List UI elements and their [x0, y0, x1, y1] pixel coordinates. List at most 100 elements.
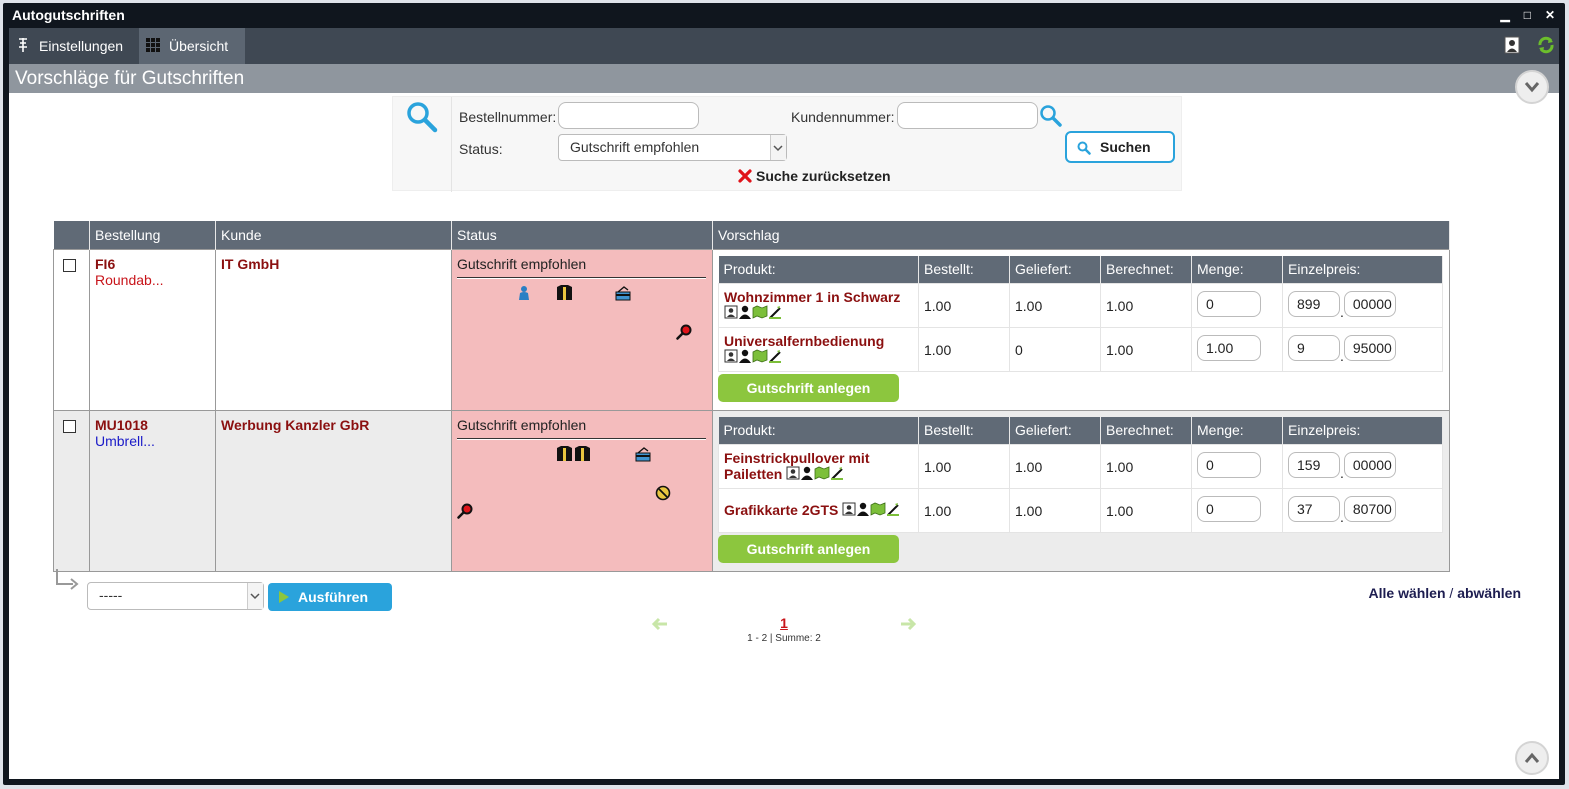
magnifier-icon[interactable]: [457, 503, 473, 519]
next-page-icon[interactable]: [899, 617, 917, 631]
map-icon[interactable]: [870, 502, 886, 517]
column-header-status[interactable]: Status: [451, 221, 713, 249]
payment-card-icon[interactable]: [635, 446, 651, 462]
refresh-icon[interactable]: [1537, 36, 1555, 54]
edit-icon[interactable]: [886, 502, 900, 517]
status-select[interactable]: Gutschrift empfohlen: [558, 134, 787, 161]
page-info: 1 - 2 | Summe: 2: [747, 633, 821, 644]
price-decimal-input[interactable]: 00000: [1343, 452, 1396, 478]
contact-icon[interactable]: [724, 305, 738, 319]
main-toolbar: Einstellungen Übersicht: [9, 28, 1559, 64]
prev-page-icon[interactable]: [651, 617, 669, 631]
current-page[interactable]: 1: [649, 615, 919, 631]
billed-value: 1.00: [1100, 283, 1192, 328]
person-icon[interactable]: [518, 285, 530, 301]
scroll-top-button[interactable]: [1515, 741, 1549, 775]
create-credit-button[interactable]: Gutschrift anlegen: [718, 535, 899, 563]
collapse-button[interactable]: [1515, 70, 1549, 104]
product-name-link[interactable]: Wohnzimmer 1 in Schwarz: [724, 289, 913, 305]
map-icon[interactable]: [814, 466, 830, 481]
unit-price-col-header: Einzelpreis:: [1282, 416, 1443, 445]
price-integer-input[interactable]: 899: [1288, 291, 1340, 317]
quantity-input[interactable]: 0: [1197, 496, 1261, 522]
order-number-link[interactable]: FI6: [95, 256, 210, 272]
chevron-down-icon: [1524, 82, 1540, 93]
product-action-icons: [724, 349, 782, 366]
unit-price-cell: 899. 00000: [1282, 283, 1443, 328]
minimize-icon[interactable]: ▁: [1500, 3, 1509, 28]
close-icon[interactable]: ✕: [1545, 3, 1555, 28]
column-header-customer[interactable]: Kunde: [215, 221, 452, 249]
order-shop-link[interactable]: Umbrell...: [95, 433, 210, 449]
order-number-link[interactable]: MU1018: [95, 417, 210, 433]
table-header-row: Bestellung Kunde Status Vorschlag: [53, 221, 1450, 249]
price-integer-input[interactable]: 9: [1288, 335, 1340, 361]
order-number-input[interactable]: [558, 102, 699, 129]
play-icon: [279, 591, 289, 603]
create-credit-button[interactable]: Gutschrift anlegen: [718, 374, 899, 402]
user-icon[interactable]: [1503, 36, 1521, 54]
contact-icon[interactable]: [786, 466, 800, 480]
main-content: Vorschläge für Gutschriften Bestellnumme…: [9, 64, 1559, 779]
user-icon[interactable]: [738, 305, 752, 320]
product-col-header: Produkt:: [718, 255, 919, 284]
customer-number-input[interactable]: [897, 102, 1038, 129]
product-cell: Grafikkarte 2GTS: [718, 488, 919, 533]
edit-icon[interactable]: [768, 305, 782, 320]
edit-icon[interactable]: [830, 466, 844, 481]
product-action-icons: [786, 466, 844, 483]
row-checkbox[interactable]: [63, 258, 76, 272]
price-decimal-input[interactable]: 00000: [1343, 291, 1396, 317]
page-title: Vorschläge für Gutschriften: [9, 64, 1559, 93]
product-name-link[interactable]: Universalfernbedienung: [724, 333, 913, 349]
chevron-down-icon: [247, 583, 263, 609]
quantity-cell: 0: [1191, 283, 1283, 328]
reset-search-label: Suche zurücksetzen: [756, 168, 891, 184]
window-titlebar: Autogutschriften ▁ □ ✕: [3, 3, 1565, 28]
price-integer-input[interactable]: 159: [1288, 452, 1340, 478]
deselect-all-link[interactable]: abwählen: [1457, 585, 1521, 601]
search-panel: Bestellnummer: Kundennummer: Status: Gut…: [392, 96, 1182, 192]
user-icon[interactable]: [738, 349, 752, 364]
maximize-icon[interactable]: □: [1524, 3, 1531, 28]
product-row: Universalfernbedienung 1.00 0 1.00 1.00: [718, 327, 1443, 372]
user-icon[interactable]: [856, 502, 870, 517]
column-header-suggestion[interactable]: Vorschlag: [712, 221, 1450, 249]
product-col-header: Produkt:: [718, 416, 919, 445]
payment-card-icon[interactable]: [615, 285, 631, 301]
search-button[interactable]: Suchen: [1065, 131, 1175, 163]
customer-link[interactable]: Werbung Kanzler GbR: [221, 417, 446, 433]
map-icon[interactable]: [752, 305, 768, 320]
contact-icon[interactable]: [842, 502, 856, 516]
package-icon[interactable]: [574, 445, 591, 462]
quantity-input[interactable]: 1.00: [1197, 335, 1261, 361]
row-checkbox[interactable]: [63, 419, 76, 433]
blocked-icon[interactable]: [655, 485, 671, 501]
order-shop-link[interactable]: Roundab...: [95, 272, 210, 288]
execute-button[interactable]: Ausführen: [268, 583, 392, 611]
edit-icon[interactable]: [768, 349, 782, 364]
quantity-input[interactable]: 0: [1197, 452, 1261, 478]
customer-search-icon[interactable]: [1039, 104, 1063, 128]
price-decimal-input[interactable]: 95000: [1343, 335, 1396, 361]
quantity-input[interactable]: 0: [1197, 291, 1261, 317]
bulk-action-select[interactable]: -----: [87, 582, 264, 610]
product-name-link[interactable]: Grafikkarte 2GTS: [724, 502, 838, 518]
column-header-order[interactable]: Bestellung: [89, 221, 216, 249]
overview-menu-item[interactable]: Übersicht: [139, 28, 245, 64]
price-decimal-input[interactable]: 80700: [1343, 496, 1396, 522]
reset-search-link[interactable]: Suche zurücksetzen: [738, 168, 891, 184]
unit-price-cell: 9. 95000: [1282, 327, 1443, 372]
package-icon[interactable]: [556, 445, 573, 462]
map-icon[interactable]: [752, 349, 768, 364]
select-all-link[interactable]: Alle wählen: [1369, 585, 1446, 601]
user-icon[interactable]: [800, 466, 814, 481]
customer-link[interactable]: IT GmbH: [221, 256, 446, 272]
contact-icon[interactable]: [724, 349, 738, 363]
chevron-up-icon: [1524, 752, 1540, 763]
magnifier-icon[interactable]: [676, 324, 692, 340]
status-text: Gutschrift empfohlen: [457, 255, 587, 272]
package-icon[interactable]: [556, 284, 573, 301]
settings-menu-item[interactable]: Einstellungen: [9, 28, 135, 64]
price-integer-input[interactable]: 37: [1288, 496, 1340, 522]
